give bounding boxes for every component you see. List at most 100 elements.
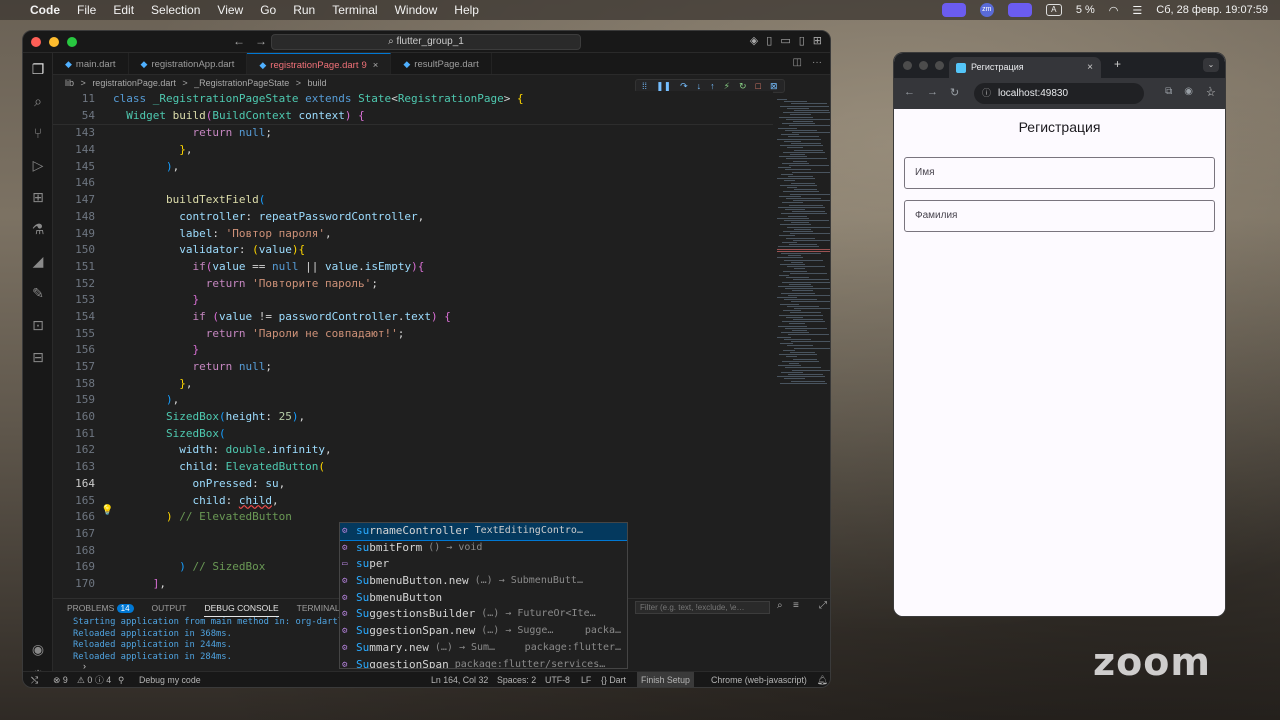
devtools-icon[interactable]: ⊠ [770, 81, 778, 92]
menu-view[interactable]: View [217, 3, 243, 17]
suggestion-item[interactable]: ⚙ SubmenuButton [340, 590, 627, 607]
code-line[interactable]: 148 controller: repeatPasswordController… [53, 209, 773, 226]
line-code[interactable]: controller: repeatPasswordController, [113, 209, 424, 226]
profile-icon[interactable]: ◉ [1184, 86, 1193, 97]
suggestion-item[interactable]: ⚙ Summary.new (…) → Sum… package:flutter… [340, 640, 627, 657]
line-code[interactable]: label: 'Повтор пароля', [113, 226, 331, 243]
error-count[interactable]: ⊗ 9 [53, 672, 68, 687]
flutter-icon[interactable]: ◢ [23, 245, 53, 277]
sticky-line[interactable]: 54 Widget build(BuildContext context) { [53, 108, 773, 125]
hot-restart-icon[interactable]: ↻ [739, 81, 747, 92]
line-code[interactable]: child: child, [113, 493, 278, 510]
menu-code[interactable]: Code [30, 3, 60, 17]
search-view-icon[interactable]: ⌕ [23, 85, 53, 117]
minimize-window-button[interactable] [49, 37, 59, 47]
back-arrow-icon[interactable]: ← [904, 86, 915, 99]
suggestion-item[interactable]: ⚙ SubmenuButton.new (…) → SubmenuButt… [340, 573, 627, 590]
line-code[interactable]: return 'Пароли не совпадают!'; [113, 326, 405, 343]
line-code[interactable]: ) // ElevatedButton [113, 509, 292, 526]
debug-step-out-icon[interactable]: ↑ [710, 81, 715, 91]
site-info-icon[interactable]: ⓘ [982, 83, 991, 104]
debug-step-over-icon[interactable]: ↷ [680, 81, 688, 92]
run-debug-icon[interactable]: ▷ [23, 149, 53, 181]
last-name-field[interactable]: Фамилия [904, 200, 1215, 232]
tab-registration-page[interactable]: ◆ registrationPage.dart 9 × [247, 53, 392, 74]
menu-help[interactable]: Help [454, 3, 479, 17]
line-code[interactable]: class _RegistrationPageState extends Sta… [113, 91, 524, 108]
debug-step-into-icon[interactable]: ↓ [697, 81, 702, 91]
tab-terminal[interactable]: TERMINAL [297, 599, 340, 617]
extensions-icon[interactable]: ⊞ [23, 181, 53, 213]
line-code[interactable]: if(value == null || value.isEmpty){ [113, 259, 424, 276]
warning-count[interactable]: ⚠ 0 [77, 672, 92, 687]
line-code[interactable]: return null; [113, 359, 272, 376]
line-code[interactable]: ), [113, 159, 179, 176]
code-line[interactable]: 161 SizedBox( [53, 426, 773, 443]
tab-main-dart[interactable]: ◆ main.dart [53, 53, 129, 74]
code-line[interactable]: 156 } [53, 342, 773, 359]
code-line[interactable]: 143 return null; [53, 125, 773, 142]
layout-panel-icon[interactable]: ▭ [780, 34, 790, 47]
tab-result-page[interactable]: ◆ resultPage.dart [391, 53, 492, 74]
extensions-icon[interactable]: ⧉ [1165, 86, 1172, 97]
line-code[interactable]: onPressed: su, [113, 476, 285, 493]
window-switch-icon[interactable] [1007, 3, 1032, 17]
reload-icon[interactable]: ↻ [950, 86, 959, 99]
breadcrumb-method[interactable]: build [308, 78, 327, 88]
line-code[interactable]: validator: (value){ [113, 242, 305, 259]
wifi-icon[interactable]: ◠ [1109, 4, 1119, 17]
forward-arrow-icon[interactable]: → [927, 86, 938, 99]
code-line[interactable]: 144 }, [53, 142, 773, 159]
tab-debug-console[interactable]: DEBUG CONSOLE [204, 599, 279, 617]
line-code[interactable]: SizedBox(height: 25), [113, 409, 305, 426]
line-code[interactable]: width: double.infinity, [113, 442, 331, 459]
code-line[interactable]: 154 if (value != passwordController.text… [53, 309, 773, 326]
line-code[interactable]: ), [113, 392, 179, 409]
line-code[interactable]: }, [113, 376, 192, 393]
code-line[interactable]: 145 ), [53, 159, 773, 176]
tab-close-icon[interactable]: × [373, 60, 379, 71]
clear-console-icon[interactable]: ≡ [793, 600, 799, 611]
menu-file[interactable]: File [77, 3, 96, 17]
debug-config[interactable]: Debug my code [139, 672, 201, 687]
line-code[interactable]: return null; [113, 125, 272, 142]
code-line[interactable]: 150 validator: (value){ [53, 242, 773, 259]
code-line[interactable]: 153 } [53, 292, 773, 309]
clock[interactable]: Сб, 28 февр. 19:07:59 [1156, 4, 1268, 16]
debug-icon[interactable]: ⚲ [118, 672, 124, 687]
code-line[interactable]: 149 label: 'Повтор пароля', [53, 226, 773, 243]
console-filter-input[interactable]: Filter (e.g. text, !exclude, \e… [635, 601, 770, 614]
minimize-window-button[interactable] [919, 61, 928, 70]
debug-pause-icon[interactable]: ❚❚ [656, 81, 671, 92]
notifications-bell-icon[interactable]: 🔔︎ [817, 672, 828, 687]
code-line[interactable]: 151 if(value == null || value.isEmpty){ [53, 259, 773, 276]
line-code[interactable]: Widget build(BuildContext context) { [113, 108, 364, 125]
sticky-line[interactable]: 11 class _RegistrationPageState extends S… [53, 91, 773, 108]
code-line[interactable]: 165 child: child, [53, 493, 773, 510]
menu-selection[interactable]: Selection [151, 3, 200, 17]
remote-status-icon[interactable]: ⤭ [31, 672, 38, 687]
zoom-window-button[interactable] [935, 61, 944, 70]
first-name-field[interactable]: Имя [904, 157, 1215, 189]
line-code[interactable]: }, [113, 142, 192, 159]
split-editor-icon[interactable]: ◫ [793, 57, 802, 68]
line-code[interactable]: return 'Повторите пароль'; [113, 276, 378, 293]
tab-close-icon[interactable]: × [1087, 57, 1093, 78]
code-line[interactable]: 163 child: ElevatedButton( [53, 459, 773, 476]
preview-icon[interactable]: ⊟ [23, 341, 53, 373]
code-line[interactable]: 155 return 'Пароли не совпадают!'; [53, 326, 773, 343]
new-tab-icon[interactable]: + [1114, 57, 1121, 71]
remote-icon[interactable]: ⊡ [23, 309, 53, 341]
control-center-icon[interactable]: ☰ [1132, 4, 1142, 17]
browser-tab[interactable]: Регистрация × [949, 57, 1101, 78]
code-line[interactable]: 159 ), [53, 392, 773, 409]
line-code[interactable]: buildTextField( [113, 192, 265, 209]
code-line[interactable]: 157 return null; [53, 359, 773, 376]
suggestion-item[interactable]: ⚙ submitForm () → void [340, 540, 627, 557]
line-code[interactable]: if (value != passwordController.text) { [113, 309, 450, 326]
address-bar[interactable]: ⓘ localhost:49830 ☆ [974, 83, 1216, 104]
menu-terminal[interactable]: Terminal [332, 3, 377, 17]
maximize-panel-icon[interactable]: ⤢ [819, 600, 827, 611]
indentation[interactable]: Spaces: 2 [497, 672, 536, 687]
zoom-status-icon[interactable]: zm [979, 3, 994, 17]
